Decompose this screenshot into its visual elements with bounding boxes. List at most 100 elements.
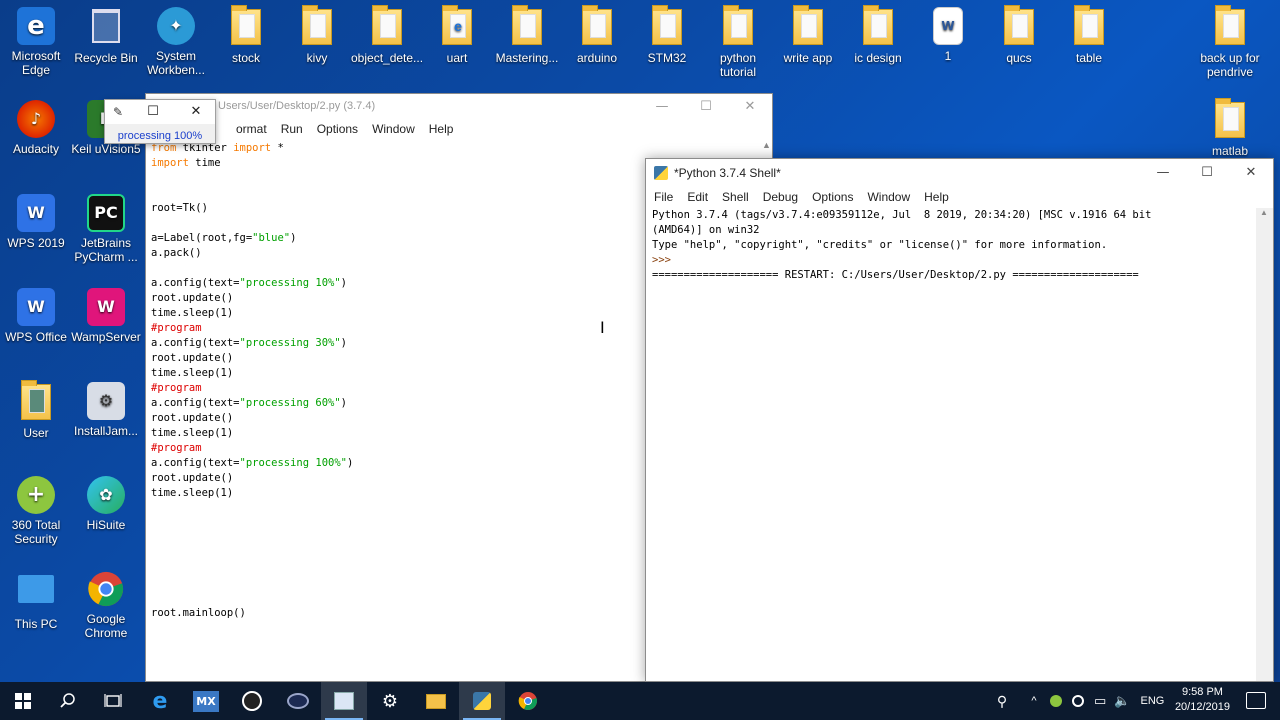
desktop-icon-label: 360 Total Security [11, 518, 61, 546]
desktop-icon[interactable]: object_dete... [351, 5, 423, 65]
app3-taskbar-icon[interactable]: ⚙ [367, 682, 413, 720]
code-token: a.pack() [151, 247, 202, 259]
menu-item[interactable]: Help [422, 122, 461, 136]
desktop-icon[interactable]: W1 [912, 7, 984, 63]
desktop-icon-label: Keil uVision5 [71, 142, 141, 156]
idle-taskbar-icon[interactable] [321, 682, 367, 720]
code-token: "processing 100%" [239, 457, 347, 469]
desktop-icon[interactable]: kivy [281, 5, 353, 65]
menu-item[interactable]: Options [310, 122, 365, 136]
chevron-up-icon[interactable]: ^ [1022, 695, 1046, 707]
shell-output[interactable]: Python 3.7.4 (tags/v3.7.4:e09359112e, Ju… [652, 208, 1253, 681]
minimize-icon[interactable]: — [640, 94, 684, 118]
system-workbench-icon: ✦ [156, 7, 196, 47]
desktop-icon[interactable]: W WPS 2019 [0, 194, 72, 250]
desktop-icon-label: ic design [854, 51, 902, 65]
desktop-icon[interactable]: W WampServer [70, 288, 142, 344]
menu-item[interactable]: Shell [715, 190, 756, 204]
chrome-taskbar-icon[interactable] [505, 682, 551, 720]
close-icon[interactable]: ✕ [186, 103, 206, 121]
search-icon[interactable] [45, 682, 91, 720]
folder-icon [1069, 5, 1109, 49]
desktop-icon[interactable]: python tutorial [702, 5, 774, 79]
desktop-icon[interactable]: back up for pendrive [1194, 5, 1266, 79]
maximize-icon[interactable]: ☐ [1185, 159, 1229, 186]
desktop-icon[interactable]: ⚙ InstallJam... [70, 382, 142, 438]
app2-taskbar-icon[interactable] [275, 682, 321, 720]
language-indicator[interactable]: ENG [1140, 695, 1164, 707]
code-token: import [151, 157, 189, 169]
desktop-icon[interactable]: Recycle Bin [70, 7, 142, 65]
desktop-icon[interactable]: ♪ Audacity [0, 100, 72, 156]
scroll-up-icon[interactable]: ▲ [762, 140, 772, 155]
360-security-icon: + [16, 476, 56, 516]
desktop-icon[interactable]: STM32 [631, 5, 703, 65]
desktop-icon-label: WampServer [71, 330, 141, 344]
maximize-icon[interactable]: ☐ [143, 103, 163, 121]
clock[interactable]: 9:58 PM 20/12/2019 [1175, 685, 1230, 715]
desktop-icon[interactable]: matlab [1194, 98, 1266, 158]
close-icon[interactable]: ✕ [1229, 159, 1273, 186]
close-icon[interactable]: ✕ [728, 94, 772, 118]
desktop-icon[interactable]: Mastering... [491, 5, 563, 65]
desktop-icon[interactable]: W WPS Office [0, 288, 72, 344]
desktop-icon[interactable]: arduino [561, 5, 633, 65]
desktop-icon[interactable]: qucs [983, 5, 1055, 65]
desktop-icon[interactable]: e uart [421, 5, 493, 65]
folder-icon [788, 5, 828, 49]
menu-item[interactable]: Edit [680, 190, 715, 204]
text-cursor-icon: I [600, 318, 605, 337]
desktop-icon[interactable]: User [0, 380, 72, 440]
network-icon[interactable]: ▭ [1094, 693, 1106, 709]
menu-item[interactable]: Window [365, 122, 422, 136]
desktop-icon-label: uart [446, 51, 468, 65]
desktop-icon[interactable]: PC JetBrains PyCharm ... [70, 194, 142, 264]
tray-app-icon[interactable] [1072, 695, 1084, 707]
desktop-icon[interactable]: ✦ System Workben... [140, 7, 212, 77]
menu-item[interactable]: Window [860, 190, 917, 204]
menu-item[interactable]: Debug [756, 190, 805, 204]
python-taskbar-icon[interactable] [459, 682, 505, 720]
desktop-icon[interactable]: table [1053, 5, 1125, 65]
start-button[interactable] [0, 682, 46, 720]
menu-item[interactable]: ormat [229, 122, 274, 136]
desktop-icon-label: stock [231, 51, 260, 65]
desktop-icon-label: User [23, 426, 49, 440]
desktop-icon[interactable]: stock [210, 5, 282, 65]
python-shell-window[interactable]: *Python 3.7.4 Shell* — ☐ ✕ File Edit Shell… [645, 158, 1274, 682]
desktop-icon[interactable]: Google Chrome [70, 570, 142, 640]
desktop-icon[interactable]: +360 Total Security [0, 476, 72, 546]
mobaxterm-taskbar-icon[interactable]: MX [183, 682, 229, 720]
desktop-icon[interactable]: e Microsoft Edge [0, 7, 72, 77]
360-tray-icon[interactable] [1050, 695, 1062, 707]
wampserver-icon: W [86, 288, 126, 328]
menu-item[interactable]: Run [274, 122, 310, 136]
edge-taskbar-icon[interactable]: e [137, 682, 183, 720]
maximize-icon[interactable]: ☐ [684, 94, 728, 118]
desktop-icon-label: HiSuite [86, 518, 126, 532]
code-token: root.mainloop() [151, 607, 246, 619]
menu-item[interactable]: Help [917, 190, 956, 204]
volume-icon[interactable]: 🔈 [1114, 693, 1130, 709]
minimize-icon[interactable]: — [1141, 159, 1185, 186]
app-taskbar-icon[interactable] [229, 682, 275, 720]
tk-titlebar[interactable]: ✎ ☐ ✕ [105, 100, 215, 124]
desktop-icon[interactable]: ic design [842, 5, 914, 65]
desktop-icon[interactable]: This PC [0, 570, 72, 631]
menu-item[interactable]: Options [805, 190, 860, 204]
desktop-icon-label: kivy [306, 51, 328, 65]
desktop-icon[interactable]: ✿ HiSuite [70, 476, 142, 532]
shell-window-controls: — ☐ ✕ [1141, 159, 1273, 186]
desktop-icon[interactable]: write app [772, 5, 844, 65]
desktop-icon-label: write app [783, 51, 833, 65]
user-folder-icon [16, 380, 56, 424]
people-icon[interactable]: ⚲ [992, 693, 1012, 710]
shell-scrollbar[interactable] [1256, 208, 1273, 681]
tk-window[interactable]: ✎ ☐ ✕ processing 100% [104, 99, 216, 144]
edge-file-icon: e [437, 5, 477, 49]
task-view-icon[interactable] [90, 682, 136, 720]
file-explorer-taskbar-icon[interactable] [413, 682, 459, 720]
this-pc-icon [16, 575, 56, 615]
notification-icon[interactable] [1246, 692, 1266, 709]
menu-item[interactable]: File [647, 190, 680, 204]
